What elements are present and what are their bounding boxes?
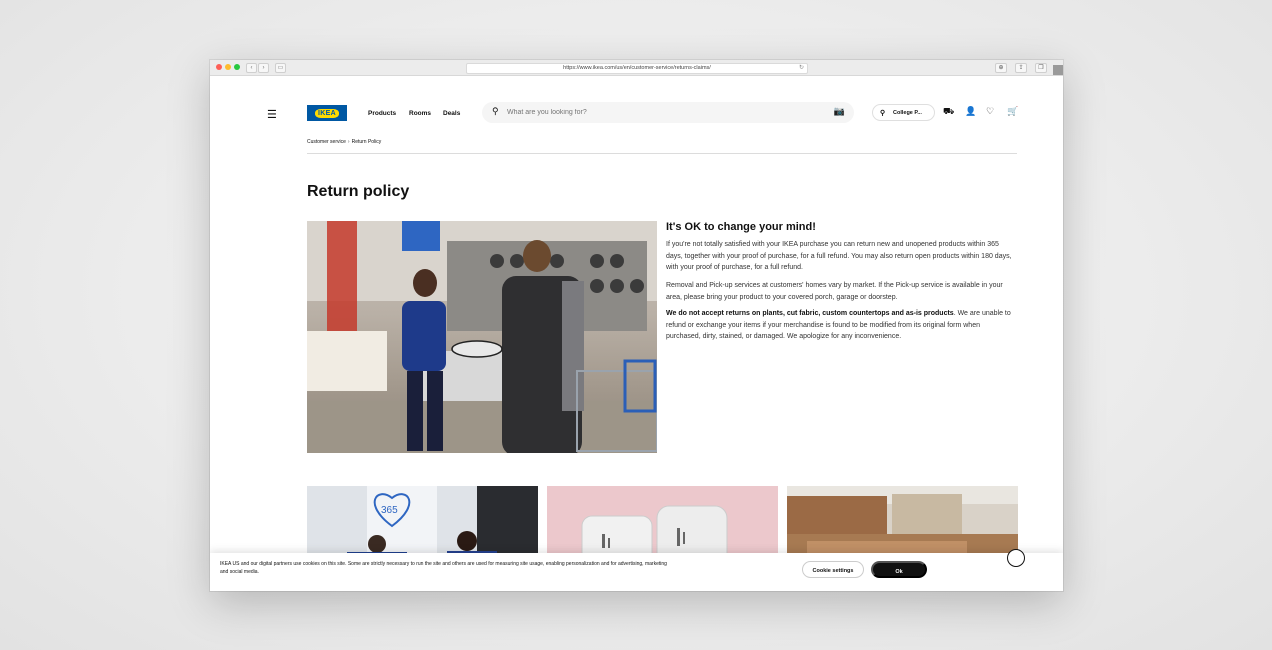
user-icon[interactable]: 👤 <box>965 106 976 117</box>
logo-text: IKEA <box>315 108 339 118</box>
back-button[interactable]: ‹ <box>246 63 257 73</box>
delivery-truck-icon[interactable]: ⛟ <box>943 106 954 118</box>
zoom-window-button[interactable] <box>234 64 240 70</box>
header-divider <box>307 153 1017 154</box>
carousel-arrow-icon[interactable] <box>1007 549 1025 567</box>
search-input[interactable] <box>507 106 807 119</box>
chevron-right-icon: › <box>347 139 350 145</box>
exclusions-paragraph: We do not accept returns on plants, cut … <box>666 308 1016 343</box>
scrollbar-thumb[interactable] <box>1053 65 1063 75</box>
pickup-paragraph: Removal and Pick-up services at customer… <box>666 282 1003 301</box>
camera-icon[interactable]: 📷 <box>834 106 845 117</box>
page-content: ☰ IKEA Products Rooms Deals ⚲ 📷 ⚲ Colleg… <box>210 76 1063 591</box>
exclusions-bold: We do not accept returns on plants, cut … <box>666 310 954 317</box>
card-365-sign: 365 <box>381 505 398 516</box>
browser-window: ‹ › ▭ https://www.ikea.com/us/en/custome… <box>210 60 1063 591</box>
cart-icon[interactable]: 🛒 <box>1007 106 1018 117</box>
sidebar-toggle-icon[interactable]: ▭ <box>275 63 286 73</box>
nav-rooms[interactable]: Rooms <box>409 110 431 117</box>
minimize-window-button[interactable] <box>225 64 231 70</box>
breadcrumb-customer-service[interactable]: Customer service <box>307 139 346 145</box>
return-window-paragraph: If you're not totally satisfied with you… <box>666 241 1012 271</box>
search-icon: ⚲ <box>492 106 499 116</box>
section-subheading: It's OK to change your mind! <box>666 221 816 233</box>
cookie-settings-button[interactable]: Cookie settings <box>802 561 864 578</box>
url-text: https://www.ikea.com/us/en/customer-serv… <box>563 65 711 71</box>
store-label: College P... <box>893 110 922 116</box>
hero-image <box>307 221 657 453</box>
hero-image-illustration <box>307 221 657 453</box>
search-bar[interactable]: ⚲ 📷 <box>482 102 854 123</box>
cookie-text: IKEA US and our digital partners use coo… <box>220 561 667 575</box>
forward-button[interactable]: › <box>258 63 269 73</box>
nav-deals[interactable]: Deals <box>443 110 460 117</box>
breadcrumb: Customer service › Return Policy <box>307 139 381 145</box>
ikea-logo[interactable]: IKEA <box>307 105 347 121</box>
location-pin-icon: ⚲ <box>880 110 886 117</box>
tabs-icon[interactable]: ❐ <box>1035 63 1047 73</box>
reload-icon[interactable]: ↻ <box>799 64 804 73</box>
nav-products[interactable]: Products <box>368 110 396 117</box>
address-bar[interactable]: https://www.ikea.com/us/en/customer-serv… <box>466 63 808 74</box>
share-icon[interactable]: ⇪ <box>1015 63 1027 73</box>
cookie-banner: IKEA US and our digital partners use coo… <box>210 549 1063 591</box>
close-window-button[interactable] <box>216 64 222 70</box>
cookie-ok-button[interactable]: Ok <box>871 561 927 578</box>
browser-toolbar: ‹ › ▭ https://www.ikea.com/us/en/custome… <box>210 60 1063 76</box>
heart-icon[interactable]: ♡ <box>986 106 994 117</box>
menu-icon[interactable]: ☰ <box>267 108 277 121</box>
store-selector[interactable]: ⚲ College P... <box>872 104 935 121</box>
breadcrumb-return-policy: Return Policy <box>351 139 382 145</box>
download-icon[interactable]: ⊕ <box>995 63 1007 73</box>
page-title: Return policy <box>307 183 410 200</box>
